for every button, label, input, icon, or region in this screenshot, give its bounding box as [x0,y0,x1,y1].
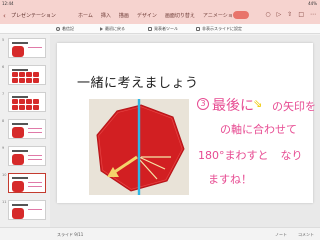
notes-button[interactable]: ノート [275,232,287,238]
slide-thumbnail[interactable] [8,146,46,166]
app-window: 12:44 44% ‹ プレゼンテーション ホーム 挿入 描画 デザイン 画面切… [0,0,320,240]
slide-thumbnail[interactable] [8,92,46,112]
ribbon-header: ‹ プレゼンテーション ホーム 挿入 描画 デザイン 画面切り替え アニメーショ… [0,7,320,24]
hide-slide-icon [196,27,200,31]
thumbnail-row[interactable]: 9 [0,144,50,166]
thumbnail-note [28,132,42,133]
more-icon[interactable]: ⋯ [310,11,316,18]
share-icon[interactable]: ⇧ [287,11,292,18]
thumbnail-note [28,182,42,183]
handwritten-note-2: の軸に合わせて [220,123,297,136]
lightbulb-icon[interactable]: ○ [265,11,270,18]
thumbnail-row[interactable]: 5 [0,36,50,58]
tab-insert[interactable]: 挿入 [101,12,111,19]
thumbnail-row[interactable]: 6 [0,63,50,85]
thumbnail-title [12,204,28,206]
comment-icon[interactable]: □ [298,11,304,18]
thumbnail-title [12,123,28,125]
play-from-start-icon [100,27,103,31]
tab-draw[interactable]: 描画 [119,12,129,19]
comments-button[interactable]: コメント [298,232,314,238]
slideshow-tab-button[interactable] [233,11,249,19]
thumbnail-row[interactable]: 8 [0,117,50,139]
tab-transitions[interactable]: 画面切り替え [165,12,195,19]
thumbnail-title [12,42,28,44]
thumbnail-number: 6 [2,65,5,69]
ribbon-tabs: ホーム 挿入 描画 デザイン 画面切り替え アニメーション [78,12,238,19]
toolbar-hide-slide[interactable]: 非表示スライドに設定 [196,26,242,32]
slide-counter: スライド 9/11 [57,232,84,237]
thumbnail-title [12,150,28,152]
slide-title[interactable]: 一緒に考えましょう [77,72,199,91]
thumbnail-grid [12,99,39,110]
thumbnail-number: 8 [2,119,5,123]
slide-thumbnail-selected[interactable] [8,173,46,193]
thumbnail-shape [12,181,24,192]
heptagon-photo-drawing [89,99,189,195]
handwritten-note-4: ますね！ [208,173,252,186]
thumbnail-number: 10 [2,173,7,177]
slide-thumbnail[interactable] [8,119,46,139]
thumbnail-note [28,209,42,210]
status-time: 12:44 [2,1,14,6]
thumbnail-shape [12,127,24,138]
thumbnail-note [28,128,42,129]
slide-thumbnail[interactable] [8,65,46,85]
toolbar-item-1[interactable]: 着信記 [56,26,74,32]
thumbnail-number: 9 [2,146,5,150]
thumbnail-note [28,159,42,160]
presenter-icon [148,27,152,31]
thumbnail-shape [12,208,24,219]
document-title[interactable]: プレゼンテーション [11,12,56,19]
slideshow-toolbar: 着信記 最初に戻る 発表者ツール 非表示スライドに設定 [0,24,320,34]
thumbnail-note [28,155,42,156]
note-line1: 最後に [212,98,254,114]
note-line1b: の矢印を [272,100,316,113]
toolbar-presenter-tools[interactable]: 発表者ツール [148,26,178,32]
back-icon[interactable]: ‹ [3,12,6,20]
thumbnail-row[interactable]: 7 [0,90,50,112]
thumbnail-note [28,47,42,48]
thumbnail-title [12,177,28,179]
yellow-arrow-mark-icon: ⇘ [253,97,263,110]
thumbnail-grid [12,72,39,83]
status-footer: スライド 9/11 ノート コメント [0,227,320,240]
tab-design[interactable]: デザイン [137,12,157,19]
slide-photo[interactable] [89,99,189,195]
current-slide[interactable]: 一緒に考えましょう 3 最後に の矢印を ⇘ の軸に合わせて 180°まわすと … [57,43,316,203]
handwritten-note-3: 180°まわすと なり [198,147,303,163]
thumbnail-shape [12,46,24,57]
thumbnail-number: 7 [2,92,5,96]
note-line3: 180°まわすと [198,149,269,162]
status-battery: 44% [308,1,317,6]
slide-editor: 一緒に考えましょう 3 最後に の矢印を ⇘ の軸に合わせて 180°まわすと … [50,35,320,227]
thumbnail-title [12,69,28,71]
header-icons: ○ ▷ ⇧ □ ⋯ [265,11,316,18]
slide-thumbnail[interactable] [8,200,46,220]
thumbnail-row-selected[interactable]: 10 [0,171,50,193]
slide-thumbnail[interactable] [8,38,46,58]
toolbar-from-beginning[interactable]: 最初に戻る [100,26,125,32]
thumbnail-title [12,96,28,98]
status-bar: 12:44 44% [0,0,320,7]
record-icon [56,27,60,31]
thumbnail-number: 11 [2,200,7,204]
slide-thumbnails-panel[interactable]: 5 6 7 8 9 10 11 [0,35,50,227]
play-icon[interactable]: ▷ [277,11,282,18]
note-line3b: なり [280,149,303,162]
thumbnail-note [28,186,42,187]
thumbnail-number: 5 [2,38,5,42]
thumbnail-shape [12,154,24,165]
tab-home[interactable]: ホーム [78,12,93,19]
thumbnail-row[interactable]: 11 [0,198,50,220]
